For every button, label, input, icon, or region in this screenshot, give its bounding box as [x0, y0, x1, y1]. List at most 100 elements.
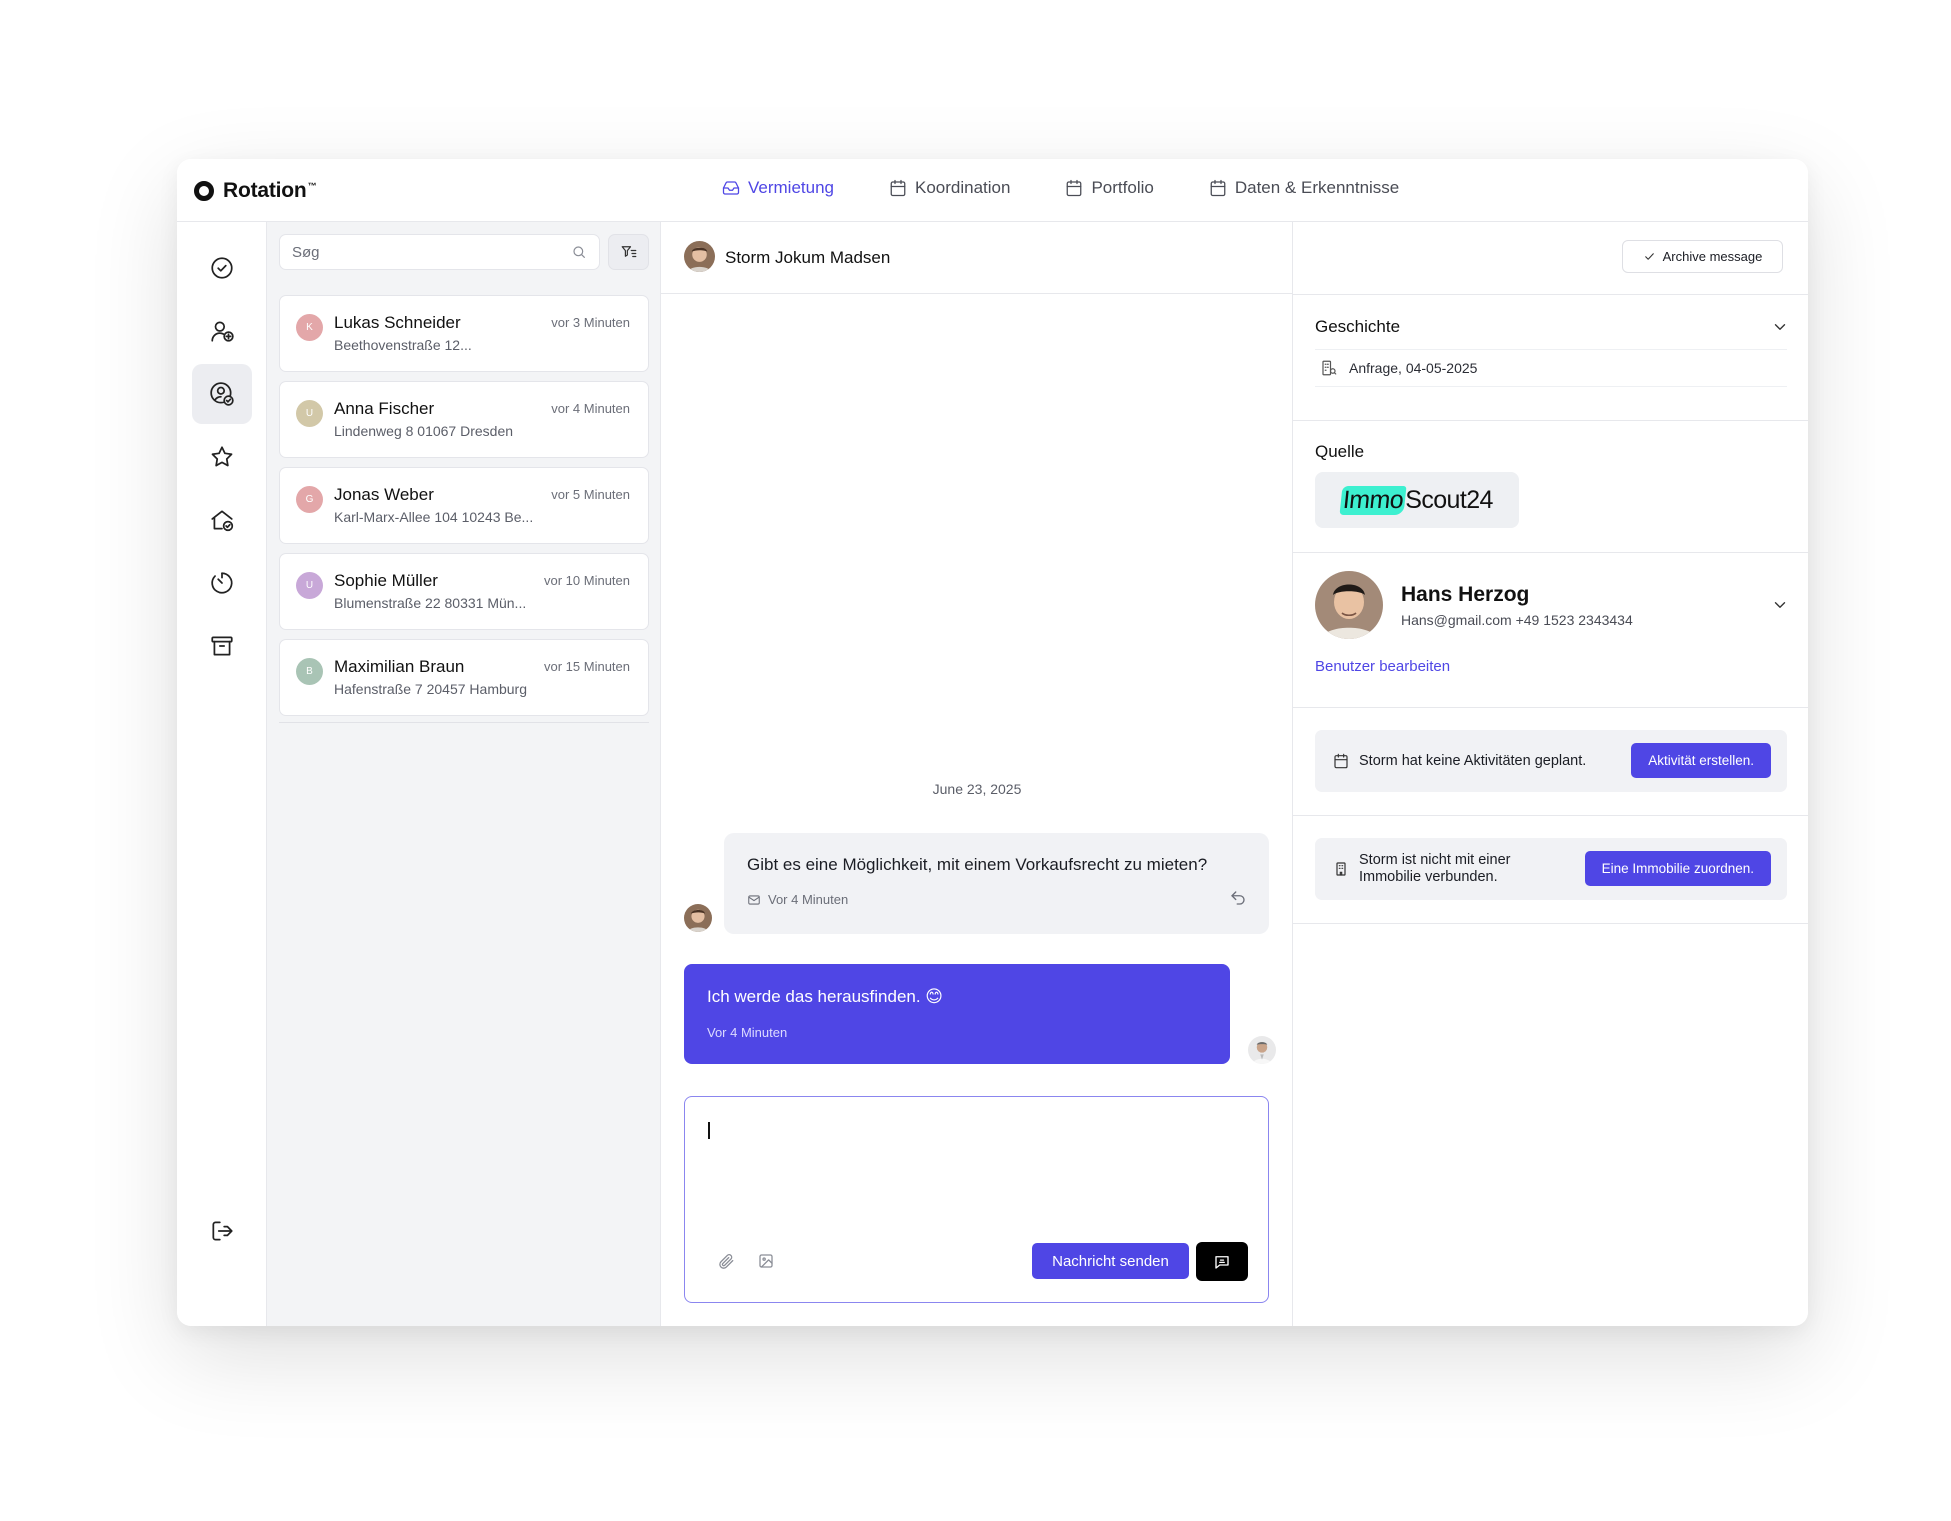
conversation-time: vor 15 Minuten — [544, 659, 630, 674]
outgoing-message: Ich werde das herausfinden. 😊 Vor 4 Minu… — [684, 964, 1230, 1064]
create-activity-button[interactable]: Aktivität erstellen. — [1631, 743, 1771, 778]
edit-user-link[interactable]: Benutzer bearbeiten — [1315, 658, 1450, 675]
rail-favorites-button[interactable] — [192, 427, 252, 487]
immoscout24-logo: ImmoScout24 — [1315, 472, 1519, 528]
logo-mark — [194, 181, 214, 201]
send-message-button[interactable]: Nachricht senden — [1032, 1243, 1189, 1279]
conversation-address: Lindenweg 8 01067 Dresden — [334, 423, 514, 439]
tab-label: Koordination — [915, 178, 1011, 197]
property-text-line2: Immobilie verbunden. — [1359, 869, 1498, 885]
history-item[interactable]: Anfrage, 04-05-2025 — [1315, 349, 1787, 387]
chat-pane: Storm Jokum Madsen June 23, 2025 Gibt es… — [661, 222, 1293, 1326]
conversation-item[interactable]: U Sophie Müller Blumenstraße 22 80331 Mü… — [279, 553, 649, 630]
list-divider — [279, 722, 649, 723]
mail-icon — [748, 894, 760, 905]
star-icon — [211, 446, 233, 467]
search-input[interactable] — [292, 243, 571, 261]
message-input[interactable] — [705, 1115, 1245, 1215]
conversation-time: vor 3 Minuten — [551, 315, 630, 330]
property-text-line1: Storm ist nicht mit einer — [1359, 852, 1511, 868]
message-text: Gibt es eine Möglichkeit, mit einem Vork… — [747, 855, 1208, 874]
message-sparkle-icon — [1215, 1255, 1229, 1269]
avatar-photo — [684, 241, 715, 272]
source-title: Quelle — [1315, 442, 1365, 461]
inbox-icon — [722, 181, 740, 195]
conversation-item[interactable]: G Jonas Weber Karl-Marx-Allee 104 10243 … — [279, 467, 649, 544]
divider — [1293, 707, 1808, 708]
rail-archive-button[interactable] — [192, 616, 252, 676]
assign-property-button[interactable]: Eine Immobilie zuordnen. — [1584, 851, 1771, 886]
search-box — [279, 234, 600, 270]
brand-part2: Scout24 — [1405, 485, 1493, 514]
filter-button[interactable] — [608, 234, 649, 270]
building-search-icon — [1322, 360, 1337, 376]
rail-timer-button[interactable] — [192, 553, 252, 613]
search-icon[interactable] — [571, 244, 587, 260]
tab-vermietung[interactable]: Vermietung — [722, 178, 834, 198]
ai-assist-button[interactable] — [1196, 1242, 1248, 1281]
avatar: B — [296, 658, 323, 685]
sender-avatar — [684, 904, 712, 932]
check-circle-icon — [211, 257, 233, 279]
conversation-item[interactable]: U Anna Fischer Lindenweg 8 01067 Dresden… — [279, 381, 649, 458]
conversation-address: Karl-Marx-Allee 104 10243 Be... — [334, 509, 534, 525]
chat-header: Storm Jokum Madsen — [661, 222, 1293, 294]
agent-avatar — [1248, 1036, 1276, 1064]
conversation-time: vor 10 Minuten — [544, 573, 630, 588]
message-time: Vor 4 Minuten — [768, 892, 849, 907]
chevron-down-icon[interactable] — [1771, 596, 1789, 614]
check-icon — [1644, 253, 1654, 260]
calendar-icon — [1334, 753, 1348, 769]
tab-label: Daten & Erkenntnisse — [1234, 178, 1400, 197]
avatar-photo — [1315, 571, 1383, 639]
paperclip-icon[interactable] — [717, 1252, 735, 1270]
calendar-icon — [1210, 179, 1226, 197]
contact-email: Hans@gmail.com — [1401, 612, 1512, 628]
rail-properties-button[interactable] — [192, 490, 252, 550]
contact-name: Hans Herzog — [1401, 583, 1530, 606]
avatar: U — [296, 572, 323, 599]
calendar-icon — [890, 179, 906, 197]
message-time: Vor 4 Minuten — [707, 1025, 788, 1040]
incoming-message: Gibt es eine Möglichkeit, mit einem Vork… — [724, 833, 1269, 934]
contact-phone: +49 1523 2343434 — [1515, 612, 1633, 628]
conversation-address: Hafenstraße 7 20457 Hamburg — [334, 681, 527, 697]
image-icon[interactable] — [757, 1252, 775, 1270]
archive-message-button[interactable]: Archive message — [1622, 240, 1783, 273]
chevron-down-icon[interactable] — [1771, 318, 1789, 336]
tab-daten-erkenntnisse[interactable]: Daten & Erkenntnisse — [1209, 178, 1399, 198]
archive-label: Archive message — [1662, 249, 1763, 264]
conversation-item[interactable]: K Lukas Schneider Beethovenstraße 12... … — [279, 295, 649, 372]
history-item-label: Anfrage, 04-05-2025 — [1349, 360, 1478, 376]
tab-portfolio[interactable]: Portfolio — [1065, 178, 1154, 198]
avatar: G — [296, 486, 323, 513]
rail-contacts-button[interactable] — [192, 364, 252, 424]
contact-avatar[interactable] — [684, 241, 715, 272]
history-title: Geschichte — [1315, 317, 1401, 336]
app-window: Rotation™ Vermietung Koordination Portfo… — [177, 159, 1808, 1326]
app-logo[interactable]: Rotation™ — [194, 179, 317, 203]
building-icon — [1336, 862, 1346, 876]
conversation-time: vor 5 Minuten — [551, 487, 630, 502]
activity-card: Storm hat keine Aktivitäten geplant. Akt… — [1315, 730, 1787, 792]
conversation-address: Blumenstraße 22 80331 Mün... — [334, 595, 527, 611]
conversation-list-pane: K Lukas Schneider Beethovenstraße 12... … — [267, 222, 661, 1326]
divider — [1293, 294, 1808, 295]
archive-icon — [211, 636, 233, 656]
rail-tasks-button[interactable] — [192, 238, 252, 298]
conversation-time: vor 4 Minuten — [551, 401, 630, 416]
home-check-icon — [211, 510, 234, 532]
trademark: ™ — [307, 181, 317, 191]
tab-koordination[interactable]: Koordination — [889, 178, 1010, 198]
user-check-icon — [210, 382, 234, 406]
conversation-item[interactable]: B Maximilian Braun Hafenstraße 7 20457 H… — [279, 639, 649, 716]
calendar-icon — [1067, 179, 1082, 197]
conversation-name: Anna Fischer — [334, 399, 435, 418]
rail-add-user-button[interactable] — [192, 301, 252, 361]
avatar: U — [296, 400, 323, 427]
conversation-name: Sophie Müller — [334, 571, 438, 590]
app-name: Rotation — [223, 179, 307, 202]
reply-icon[interactable] — [1229, 889, 1247, 907]
rail-logout-button[interactable] — [192, 1201, 252, 1261]
divider — [1293, 420, 1808, 421]
